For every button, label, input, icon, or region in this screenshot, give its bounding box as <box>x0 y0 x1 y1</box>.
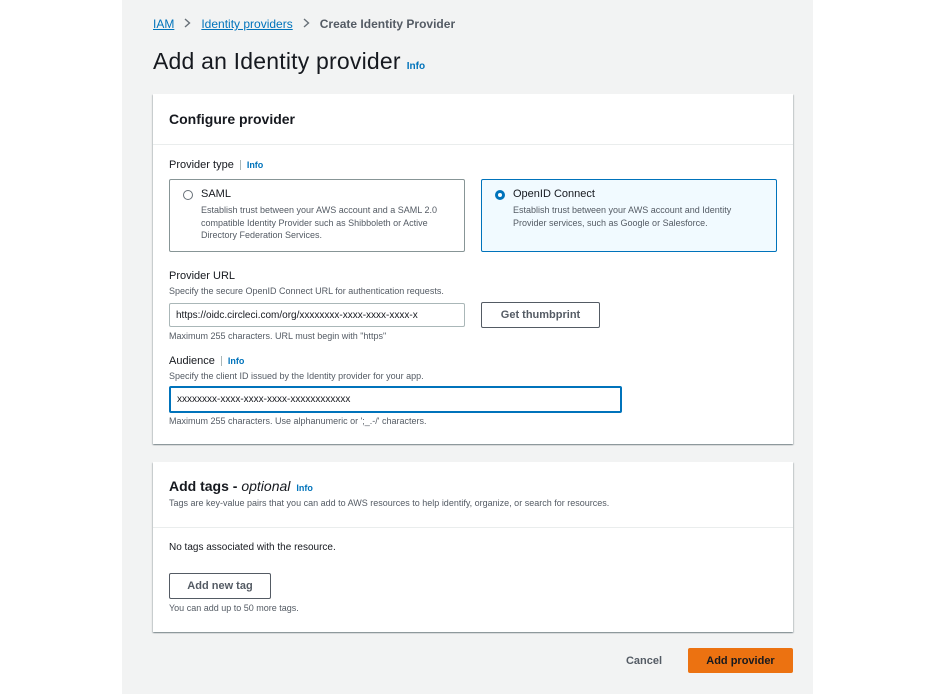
add-tags-description: Tags are key-value pairs that you can ad… <box>169 498 610 508</box>
audience-label-row: Audience Info <box>169 355 244 367</box>
oidc-tile-title: OpenID Connect <box>513 188 595 200</box>
provider-url-constraint: Maximum 255 characters. URL must begin w… <box>169 331 387 341</box>
saml-tile-description: Establish trust between your AWS account… <box>201 205 437 240</box>
provider-url-label-row: Provider URL <box>169 270 235 282</box>
audience-constraint: Maximum 255 characters. Use alphanumeric… <box>169 416 427 426</box>
provider-url-description: Specify the secure OpenID Connect URL fo… <box>169 286 444 296</box>
oidc-tile-description: Establish trust between your AWS account… <box>513 205 732 228</box>
audience-info-link[interactable]: Info <box>228 356 245 366</box>
add-tags-header: Add tags - optional Info Tags are key-va… <box>153 462 793 528</box>
breadcrumb-link-identity-providers[interactable]: Identity providers <box>201 17 292 31</box>
page-header: Add an Identity provider Info <box>153 48 425 75</box>
chevron-right-icon <box>303 17 310 31</box>
add-tags-info-link[interactable]: Info <box>296 483 313 493</box>
cancel-button[interactable]: Cancel <box>617 650 671 672</box>
breadcrumb-current: Create Identity Provider <box>319 17 456 31</box>
breadcrumb: IAM Identity providers Create Identity P… <box>153 16 455 32</box>
audience-input[interactable]: xxxxxxxx-xxxx-xxxx-xxxx-xxxxxxxxxxxx <box>169 386 622 413</box>
audience-label: Audience <box>169 355 215 367</box>
provider-type-saml-tile[interactable]: SAML Establish trust between your AWS ac… <box>169 179 465 252</box>
optional-label: optional <box>241 478 291 494</box>
provider-type-label: Provider type <box>169 159 234 171</box>
provider-url-label: Provider URL <box>169 270 236 282</box>
page-title: Add an Identity provider <box>153 48 401 74</box>
add-tags-title: Add tags - optional <box>169 478 290 494</box>
page-info-link[interactable]: Info <box>407 61 425 72</box>
no-tags-text: No tags associated with the resource. <box>169 542 336 553</box>
tags-limit-text: You can add up to 50 more tags. <box>169 603 299 613</box>
add-new-tag-button[interactable]: Add new tag <box>169 573 271 599</box>
saml-tile-title: SAML <box>201 188 231 200</box>
add-provider-button[interactable]: Add provider <box>688 648 793 673</box>
audience-description: Specify the client ID issued by the Iden… <box>169 371 424 381</box>
add-tags-title-row: Add tags - optional Info <box>169 478 777 494</box>
add-tags-panel: Add tags - optional Info Tags are key-va… <box>153 462 793 632</box>
label-divider <box>239 160 241 170</box>
provider-type-label-row: Provider type Info <box>169 159 263 171</box>
breadcrumb-link-iam[interactable]: IAM <box>153 17 174 31</box>
provider-url-input[interactable]: https://oidc.circleci.com/org/xxxxxxxx-x… <box>169 303 465 327</box>
label-divider <box>220 356 222 366</box>
configure-provider-panel: Configure provider Provider type Info SA… <box>153 94 793 444</box>
saml-radio[interactable] <box>183 190 193 200</box>
configure-provider-title: Configure provider <box>169 111 296 127</box>
oidc-radio[interactable] <box>495 190 505 200</box>
provider-type-info-link[interactable]: Info <box>247 160 264 170</box>
get-thumbprint-button[interactable]: Get thumbprint <box>481 302 600 328</box>
chevron-right-icon <box>184 17 191 31</box>
configure-provider-header: Configure provider <box>153 94 793 145</box>
add-tags-title-text: Add tags - <box>169 478 242 494</box>
provider-type-oidc-tile[interactable]: OpenID Connect Establish trust between y… <box>481 179 777 252</box>
